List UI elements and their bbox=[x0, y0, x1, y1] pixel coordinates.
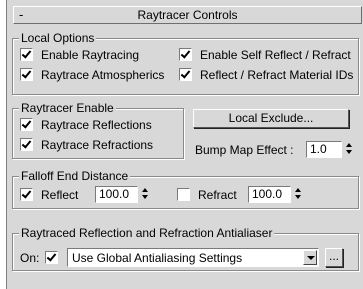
spinner-up-icon[interactable] bbox=[141, 188, 148, 192]
spinner-down-icon[interactable] bbox=[345, 150, 352, 154]
falloff-refract-spinner[interactable] bbox=[293, 186, 302, 202]
falloff-legend: Falloff End Distance bbox=[19, 169, 131, 183]
spinner-up-icon[interactable] bbox=[294, 188, 301, 192]
local-options-legend: Local Options bbox=[19, 31, 97, 45]
reflect-refract-ids-label: Reflect / Refract Material IDs bbox=[200, 68, 354, 82]
raytracer-controls-panel: - Raytracer Controls Local Options Enabl… bbox=[6, 0, 363, 289]
spinner-down-icon[interactable] bbox=[294, 195, 301, 199]
local-options-group: Local Options bbox=[12, 31, 359, 95]
falloff-reflect-check[interactable] bbox=[20, 188, 33, 201]
raytrace-reflections-label: Raytrace Reflections bbox=[41, 118, 152, 132]
bump-map-effect-label: Bump Map Effect : bbox=[195, 143, 294, 157]
antialiaser-on-checkbox[interactable] bbox=[45, 251, 66, 265]
spinner-up-icon[interactable] bbox=[345, 143, 352, 147]
raytrace-reflections-checkbox[interactable]: Raytrace Reflections bbox=[20, 118, 152, 132]
antialiaser-legend: Raytraced Reflection and Refraction Anti… bbox=[19, 226, 275, 240]
rollout-title: Raytracer Controls bbox=[137, 8, 238, 22]
enable-self-reflect-checkbox[interactable]: Enable Self Reflect / Refract bbox=[179, 48, 351, 62]
falloff-refract-checkbox[interactable]: Refract bbox=[177, 188, 237, 202]
reflect-refract-ids-checkbox[interactable]: Reflect / Refract Material IDs bbox=[179, 68, 353, 82]
enable-self-reflect-label: Enable Self Reflect / Refract bbox=[200, 48, 351, 62]
raytrace-atmospherics-label: Raytrace Atmospherics bbox=[41, 68, 165, 82]
spinner-down-icon[interactable] bbox=[141, 195, 148, 199]
enable-raytracing-label: Enable Raytracing bbox=[41, 48, 140, 62]
raytracer-enable-legend: Raytracer Enable bbox=[19, 101, 116, 115]
dropdown-arrow-button[interactable] bbox=[303, 250, 317, 265]
falloff-refract-check[interactable] bbox=[177, 188, 190, 201]
raytrace-atmospherics-checkbox[interactable]: Raytrace Atmospherics bbox=[20, 68, 164, 82]
falloff-reflect-checkbox[interactable]: Reflect bbox=[20, 188, 78, 202]
raytrace-refractions-check[interactable] bbox=[20, 138, 33, 151]
raytrace-reflections-check[interactable] bbox=[20, 118, 33, 131]
falloff-reflect-label: Reflect bbox=[41, 188, 79, 202]
falloff-refract-label: Refract bbox=[198, 188, 237, 202]
antialiaser-more-button[interactable]: ... bbox=[325, 248, 343, 267]
reflect-refract-ids-check[interactable] bbox=[179, 68, 192, 81]
bump-map-effect-field[interactable]: 1.0 bbox=[306, 141, 342, 158]
enable-raytracing-check[interactable] bbox=[20, 48, 33, 61]
local-exclude-button[interactable]: Local Exclude... bbox=[193, 109, 349, 128]
falloff-refract-field[interactable]: 100.0 bbox=[248, 186, 291, 203]
enable-self-reflect-check[interactable] bbox=[179, 48, 192, 61]
falloff-reflect-spinner[interactable] bbox=[140, 186, 149, 202]
raytrace-refractions-checkbox[interactable]: Raytrace Refractions bbox=[20, 138, 153, 152]
bump-map-effect-spinner[interactable] bbox=[344, 141, 353, 157]
antialiaser-on-label: On: bbox=[20, 251, 40, 265]
antialiaser-on-check[interactable] bbox=[45, 251, 58, 264]
antialiaser-selected: Use Global Antialiasing Settings bbox=[72, 251, 243, 265]
enable-raytracing-checkbox[interactable]: Enable Raytracing bbox=[20, 48, 139, 62]
falloff-reflect-field[interactable]: 100.0 bbox=[95, 186, 138, 203]
raytrace-refractions-label: Raytrace Refractions bbox=[41, 138, 154, 152]
antialiaser-dropdown[interactable]: Use Global Antialiasing Settings bbox=[67, 248, 319, 267]
chevron-down-icon bbox=[307, 256, 315, 260]
rollout-header[interactable]: - Raytracer Controls bbox=[13, 6, 362, 24]
raytrace-atmospherics-check[interactable] bbox=[20, 68, 33, 81]
